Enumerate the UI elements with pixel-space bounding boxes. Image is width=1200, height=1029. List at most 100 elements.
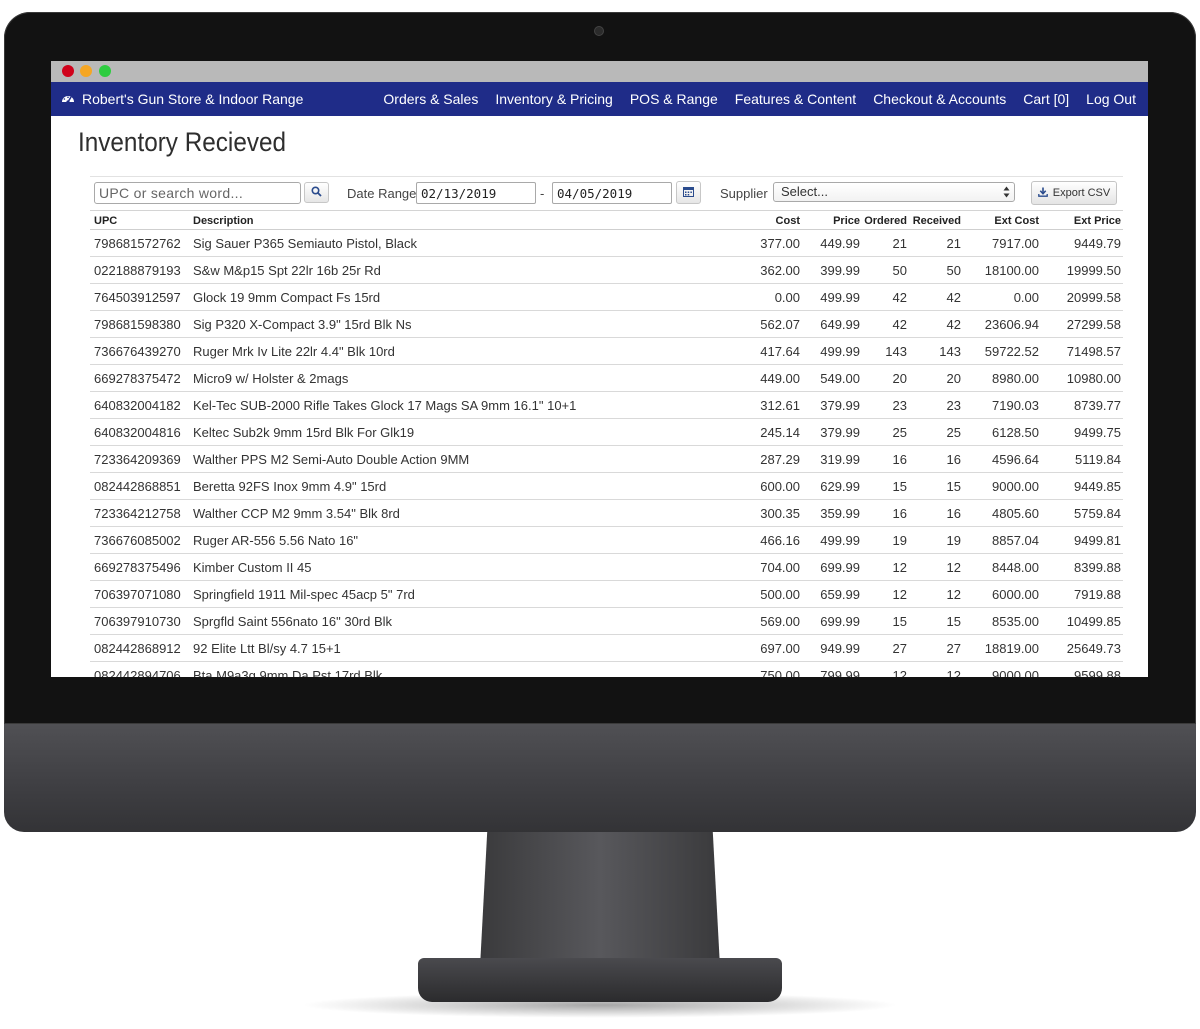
table-row[interactable]: 736676085002 Ruger AR-556 5.56 Nato 16" 46… (90, 526, 1123, 554)
cell-ordered: 27 (862, 634, 909, 662)
supplier-select[interactable]: Select... (773, 182, 1015, 202)
table-row[interactable]: 723364212758 Walther CCP M2 9mm 3.54" Blk… (90, 499, 1123, 527)
cell-ext-cost: 8535.00 (963, 607, 1041, 635)
cell-description: Springfield 1911 Mil-spec 45acp 5" 7rd (191, 580, 720, 608)
column-header-cost[interactable]: Cost (720, 212, 802, 230)
export-csv-button[interactable]: Export CSV (1031, 181, 1117, 205)
table-row[interactable]: 022188879193 S&w M&p15 Spt 22lr 16b 25r R… (90, 256, 1123, 284)
table-row[interactable]: 798681598380 Sig P320 X-Compact 3.9" 15rd… (90, 310, 1123, 338)
cell-price: 359.99 (802, 499, 862, 527)
cell-cost: 0.00 (720, 283, 802, 311)
cell-ordered: 12 (862, 661, 909, 677)
cell-upc: 706397071080 (90, 580, 191, 608)
cell-received: 12 (909, 661, 963, 677)
cell-received: 16 (909, 499, 963, 527)
table-header: UPC Description Cost Price Ordered Recei… (90, 212, 1123, 230)
table-row[interactable]: 640832004816 Keltec Sub2k 9mm 15rd Blk Fo… (90, 418, 1123, 446)
cell-cost: 466.16 (720, 526, 802, 554)
cell-received: 42 (909, 283, 963, 311)
table-row[interactable]: 736676439270 Ruger Mrk Iv Lite 22lr 4.4" … (90, 337, 1123, 365)
cell-received: 19 (909, 526, 963, 554)
date-from-input[interactable] (416, 182, 536, 204)
nav-log-out[interactable]: Log Out (1086, 91, 1136, 107)
supplier-selected-value: Select... (781, 184, 828, 199)
cell-ext-cost: 8980.00 (963, 364, 1041, 392)
table-row[interactable]: 669278375496 Kimber Custom II 45 704.00 699… (90, 553, 1123, 581)
cell-ordered: 23 (862, 391, 909, 419)
dashboard-icon (61, 91, 75, 107)
cell-upc: 736676439270 (90, 337, 191, 365)
cell-cost: 562.07 (720, 310, 802, 338)
table-header-row: UPC Description Cost Price Ordered Recei… (90, 212, 1123, 230)
nav-checkout-accounts[interactable]: Checkout & Accounts (873, 91, 1006, 107)
brand[interactable]: Robert's Gun Store & Indoor Range (61, 82, 303, 116)
column-header-ordered[interactable]: Ordered (862, 212, 909, 230)
table-row[interactable]: 082442868912 92 Elite Ltt Bl/sy 4.7 15+1 6… (90, 634, 1123, 662)
cell-ext-price: 71498.57 (1041, 337, 1123, 365)
monitor-chin (4, 724, 1196, 832)
cell-description: Walther PPS M2 Semi-Auto Double Action 9… (191, 445, 720, 473)
column-header-description[interactable]: Description (191, 212, 720, 230)
date-to-input[interactable] (552, 182, 672, 204)
cell-price: 949.99 (802, 634, 862, 662)
cell-cost: 750.00 (720, 661, 802, 677)
table-row[interactable]: 082442894706 Bta M9a3g 9mm Da Pst 17rd Bl… (90, 661, 1123, 677)
maximize-window-button[interactable] (99, 65, 111, 77)
cell-price: 499.99 (802, 283, 862, 311)
cell-description: Ruger Mrk Iv Lite 22lr 4.4" Blk 10rd (191, 337, 720, 365)
top-navbar: Robert's Gun Store & Indoor Range Orders… (51, 82, 1148, 116)
cell-description: Bta M9a3g 9mm Da Pst 17rd Blk (191, 661, 720, 677)
cell-ordered: 21 (862, 229, 909, 257)
nav-inventory-pricing[interactable]: Inventory & Pricing (495, 91, 613, 107)
column-header-received[interactable]: Received (909, 212, 963, 230)
cell-description: Sprgfld Saint 556nato 16" 30rd Blk (191, 607, 720, 635)
cell-price: 399.99 (802, 256, 862, 284)
nav-orders-sales[interactable]: Orders & Sales (383, 91, 478, 107)
nav-pos-range[interactable]: POS & Range (630, 91, 718, 107)
close-window-button[interactable] (62, 65, 74, 77)
cell-cost: 362.00 (720, 256, 802, 284)
cell-cost: 287.29 (720, 445, 802, 473)
calendar-button[interactable] (676, 181, 701, 204)
cell-ext-cost: 8448.00 (963, 553, 1041, 581)
cell-description: S&w M&p15 Spt 22lr 16b 25r Rd (191, 256, 720, 284)
column-header-ext-price[interactable]: Ext Price (1041, 212, 1123, 230)
cell-received: 15 (909, 472, 963, 500)
cell-ext-price: 5119.84 (1041, 445, 1123, 473)
cell-upc: 798681598380 (90, 310, 191, 338)
cell-ext-price: 10499.85 (1041, 607, 1123, 635)
nav-cart[interactable]: Cart [0] (1023, 91, 1069, 107)
cell-description: Keltec Sub2k 9mm 15rd Blk For Glk19 (191, 418, 720, 446)
date-range-label: Date Range (347, 186, 417, 201)
cell-upc: 764503912597 (90, 283, 191, 311)
table-row[interactable]: 669278375472 Micro9 w/ Holster & 2mags 449… (90, 364, 1123, 392)
search-button[interactable] (304, 182, 329, 203)
cell-ext-price: 19999.50 (1041, 256, 1123, 284)
cell-upc: 082442868851 (90, 472, 191, 500)
cell-received: 25 (909, 418, 963, 446)
column-header-price[interactable]: Price (802, 212, 862, 230)
table-body: 798681572762 Sig Sauer P365 Semiauto Pist… (90, 229, 1123, 677)
cell-ordered: 16 (862, 499, 909, 527)
cell-upc: 082442894706 (90, 661, 191, 677)
nav-features-content[interactable]: Features & Content (735, 91, 856, 107)
table-row[interactable]: 640832004182 Kel-Tec SUB-2000 Rifle Takes… (90, 391, 1123, 419)
column-header-upc[interactable]: UPC (90, 212, 191, 230)
cell-price: 699.99 (802, 553, 862, 581)
table-row[interactable]: 764503912597 Glock 19 9mm Compact Fs 15rd… (90, 283, 1123, 311)
brand-name: Robert's Gun Store & Indoor Range (82, 91, 304, 107)
table-row[interactable]: 723364209369 Walther PPS M2 Semi-Auto Dou… (90, 445, 1123, 473)
cell-description: Sig Sauer P365 Semiauto Pistol, Black (191, 229, 720, 257)
cell-ordered: 19 (862, 526, 909, 554)
table-row[interactable]: 706397071080 Springfield 1911 Mil-spec 45… (90, 580, 1123, 608)
table-row[interactable]: 706397910730 Sprgfld Saint 556nato 16" 30… (90, 607, 1123, 635)
monitor-stand-foot (418, 958, 782, 1002)
minimize-window-button[interactable] (80, 65, 92, 77)
cell-ext-price: 8739.77 (1041, 391, 1123, 419)
column-header-ext-cost[interactable]: Ext Cost (963, 212, 1041, 230)
search-input[interactable] (94, 182, 301, 204)
cell-ext-cost: 4805.60 (963, 499, 1041, 527)
cell-ext-cost: 6128.50 (963, 418, 1041, 446)
table-row[interactable]: 798681572762 Sig Sauer P365 Semiauto Pist… (90, 229, 1123, 257)
table-row[interactable]: 082442868851 Beretta 92FS Inox 9mm 4.9" 1… (90, 472, 1123, 500)
